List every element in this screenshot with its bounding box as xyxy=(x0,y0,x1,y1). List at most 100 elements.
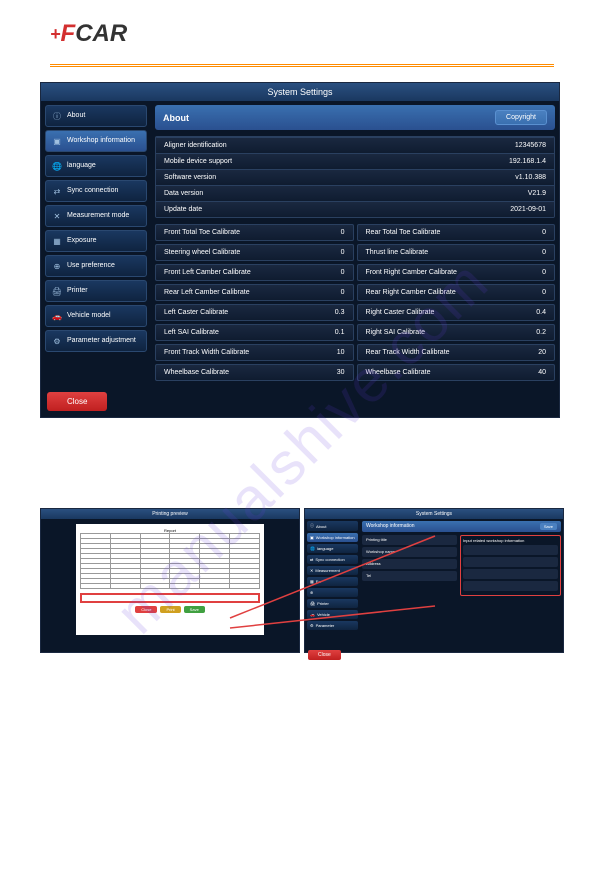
cal-label: Rear Track Width Calibrate xyxy=(366,349,450,356)
mini-sidebar-item[interactable]: ⇄Sync connection xyxy=(307,555,358,564)
mini-sidebar: ⓘAbout ▣Workshop information 🌐language ⇄Syn… xyxy=(305,519,360,640)
cal-label: Front Total Toe Calibrate xyxy=(164,229,240,236)
logo-f: F xyxy=(61,20,76,48)
cal-value: 0 xyxy=(341,249,345,256)
page-header: + F CAR xyxy=(0,0,604,56)
sidebar-item-printer[interactable]: 🖨Printer xyxy=(45,280,147,302)
mini-sidebar-item[interactable]: 🌐language xyxy=(307,544,358,553)
sync-icon: ⇄ xyxy=(52,186,62,196)
mini-sidebar-item[interactable]: ⚙Parameter xyxy=(307,621,358,630)
cal-value: 0 xyxy=(341,289,345,296)
sidebar: ⓘ About ▣Workshop information 🌐language ⇄ Syn… xyxy=(41,101,151,385)
sidebar-item-preference[interactable]: ⊕Use preference xyxy=(45,255,147,277)
mini-close-button[interactable]: Close xyxy=(308,650,341,660)
calibration-row: Left Caster Calibrate0.3 xyxy=(155,304,354,321)
mini-field-label: Printing title xyxy=(362,535,457,545)
mini-input[interactable] xyxy=(463,545,558,555)
cal-value: 0 xyxy=(542,289,546,296)
report-close-button[interactable]: Close xyxy=(135,606,157,613)
mini-input[interactable] xyxy=(463,581,558,591)
calibration-row: Front Left Camber Calibrate0 xyxy=(155,264,354,281)
panel-title: About xyxy=(163,113,189,123)
logo-plus: + xyxy=(50,24,61,45)
cal-label: Thrust line Calibrate xyxy=(366,249,429,256)
title-bar: System Settings xyxy=(41,83,559,101)
info-row: Data versionV21.9 xyxy=(156,185,554,201)
info-value: 12345678 xyxy=(515,142,546,149)
report-save-button[interactable]: Save xyxy=(184,606,205,613)
sidebar-label: Exposure xyxy=(67,237,97,245)
sidebar-label: Workshop information xyxy=(67,137,135,145)
calibration-grid: Front Total Toe Calibrate0Rear Total Toe… xyxy=(155,224,555,381)
panel-header: About Copyright xyxy=(155,105,555,130)
cal-value: 0 xyxy=(341,269,345,276)
calibration-row: Wheelbase Calibrate40 xyxy=(357,364,556,381)
printer-icon: 🖨 xyxy=(52,286,62,296)
cal-label: Wheelbase Calibrate xyxy=(366,369,431,376)
cal-value: 20 xyxy=(538,349,546,356)
mini-sidebar-item[interactable]: ✕Measurement xyxy=(307,566,358,575)
mini-sidebar-item[interactable]: 🖨Printer xyxy=(307,599,358,608)
info-row: Mobile device support192.168.1.4 xyxy=(156,153,554,169)
calibration-row: Front Right Camber Calibrate0 xyxy=(357,264,556,281)
sidebar-item-measurement[interactable]: ✕Measurement mode xyxy=(45,205,147,227)
main-panel: About Copyright Aligner identification12… xyxy=(151,101,559,385)
parameter-icon: ⚙ xyxy=(52,336,62,346)
exposure-icon: ▦ xyxy=(52,236,62,246)
calibration-row: Wheelbase Calibrate30 xyxy=(155,364,354,381)
info-row: Aligner identification12345678 xyxy=(156,137,554,153)
sidebar-label: Use preference xyxy=(67,262,115,270)
mini-sidebar-item[interactable]: ⊕ xyxy=(307,588,358,597)
mini-sidebar-item[interactable]: ▣Workshop information xyxy=(307,533,358,542)
copyright-button[interactable]: Copyright xyxy=(495,110,547,125)
mini-input[interactable] xyxy=(463,557,558,567)
sidebar-item-workshop[interactable]: ▣Workshop information xyxy=(45,130,147,152)
logo-rest: CAR xyxy=(75,20,127,48)
info-value: 2021-09-01 xyxy=(510,206,546,213)
mini-field-label: Workshop name xyxy=(362,547,457,557)
cal-label: Front Right Camber Calibrate xyxy=(366,269,457,276)
cal-label: Rear Left Camber Calibrate xyxy=(164,289,250,296)
mini-field-label: Tel xyxy=(362,571,457,581)
sidebar-item-vehicle[interactable]: 🚗Vehicle model xyxy=(45,305,147,327)
sidebar-item-parameter[interactable]: ⚙ Parameter adjustment xyxy=(45,330,147,352)
close-button[interactable]: Close xyxy=(47,392,107,411)
cal-value: 0.2 xyxy=(536,329,546,336)
mini-panel-header: Workshop information Save xyxy=(362,521,561,532)
calibration-row: Rear Right Camber Calibrate 0 xyxy=(357,284,556,301)
sidebar-label: Parameter adjustment xyxy=(67,337,136,345)
logo: + F CAR xyxy=(50,20,554,48)
cal-label: Front Track Width Calibrate xyxy=(164,349,249,356)
sidebar-item-about[interactable]: ⓘ About xyxy=(45,105,147,127)
mini-input[interactable] xyxy=(463,569,558,579)
cal-label: Rear Right Camber Calibrate xyxy=(366,289,456,296)
sidebar-item-language[interactable]: 🌐language xyxy=(45,155,147,177)
mini-window-left: Printing preview Report xyxy=(40,508,300,653)
mini-sidebar-item[interactable]: 🚗Vehicle xyxy=(307,610,358,619)
about-icon: ⓘ xyxy=(52,111,62,121)
mini-inputs-box: Input related workshop information xyxy=(460,535,561,596)
info-row: Software versionv1.10.388 xyxy=(156,169,554,185)
sidebar-label: About xyxy=(67,112,85,120)
cal-label: Left Caster Calibrate xyxy=(164,309,228,316)
sidebar-label: Sync connection xyxy=(67,187,118,195)
mini-title-left: Printing preview xyxy=(41,509,299,519)
sidebar-item-exposure[interactable]: ▦ Exposure xyxy=(45,230,147,252)
info-label: Data version xyxy=(164,190,203,197)
calibration-row: Front Total Toe Calibrate0 xyxy=(155,224,354,241)
info-row: Update date2021-09-01 xyxy=(156,201,554,217)
sidebar-item-sync[interactable]: ⇄ Sync connection xyxy=(45,180,147,202)
calibration-row: Rear Left Camber Calibrate 0 xyxy=(155,284,354,301)
mini-sidebar-item[interactable]: ▦Ex xyxy=(307,577,358,586)
cal-label: Right SAI Calibrate xyxy=(366,329,426,336)
mini-save-button[interactable]: Save xyxy=(540,523,557,530)
header-rule xyxy=(50,64,554,67)
highlight-box-left xyxy=(80,593,260,603)
footer-bar: Close xyxy=(41,385,559,417)
cal-label: Right Caster Calibrate xyxy=(366,309,435,316)
vehicle-icon: 🚗 xyxy=(52,311,62,321)
report-print-button[interactable]: Print xyxy=(160,606,180,613)
cal-value: 10 xyxy=(337,349,345,356)
mini-title-right: System Settings xyxy=(305,509,563,519)
mini-sidebar-item[interactable]: ⓘAbout xyxy=(307,521,358,531)
